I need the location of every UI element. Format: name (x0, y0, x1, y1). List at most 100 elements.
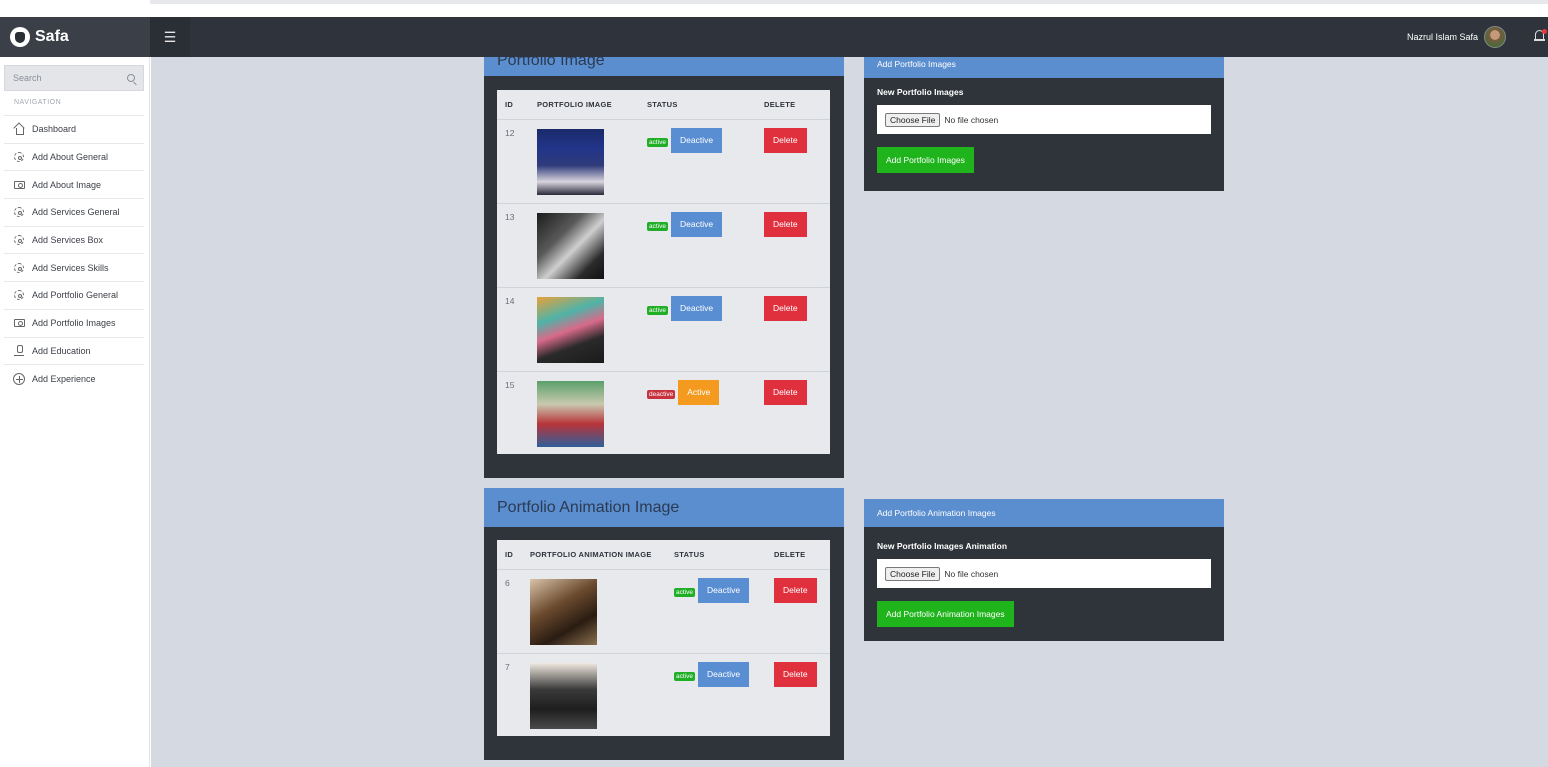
sidebar-item-add-portfolio-images[interactable]: Add Portfolio Images (4, 308, 144, 337)
hamburger-icon: ☰ (163, 28, 177, 45)
file-status: No file chosen (944, 568, 999, 579)
delete-button[interactable]: Delete (764, 127, 807, 153)
form-label: New Portfolio Images Animation (877, 541, 1008, 551)
search-icon (127, 74, 135, 82)
deactive-button[interactable]: Deactive (697, 577, 750, 603)
file-input[interactable]: Choose File No file chosen (877, 105, 1211, 134)
table-row: 15 deactive Active Delete (497, 371, 830, 455)
menu-toggle-button[interactable]: ☰ (150, 17, 190, 57)
row-id: 13 (497, 203, 529, 288)
logo-icon (10, 27, 30, 47)
sidebar-item-label: Add Services Skills (32, 262, 109, 273)
portfolio-thumbnail (537, 212, 604, 279)
form-title: Add Portfolio Animation Images (864, 499, 1224, 527)
status-badge: active (647, 221, 668, 231)
sidebar-item-label: Add About Image (32, 179, 102, 190)
table-row: 13 active Deactive Delete (497, 203, 830, 288)
gear-icon (14, 290, 24, 301)
sidebar-item-label: Add Services General (32, 207, 120, 218)
avatar (1484, 26, 1506, 48)
portfolio-thumbnail (537, 128, 604, 195)
sidebar: Search NAVIGATION Dashboard Add About Ge… (0, 57, 150, 767)
top-strip (150, 0, 1548, 4)
delete-button[interactable]: Delete (764, 211, 807, 237)
animation-thumbnail (530, 662, 597, 729)
column-header: ID (497, 90, 529, 120)
add-portfolio-animation-images-button[interactable]: Add Portfolio Animation Images (877, 601, 1014, 627)
delete-button[interactable]: Delete (764, 295, 807, 321)
row-id: 6 (497, 569, 522, 654)
sidebar-item-label: Add Experience (32, 373, 96, 384)
table-header-row: ID PORTFOLIO IMAGE STATUS DELETE (497, 90, 830, 120)
active-button[interactable]: Active (678, 379, 720, 405)
sidebar-nav: Dashboard Add About General Add About Im… (4, 115, 144, 392)
delete-button[interactable]: Delete (774, 577, 817, 603)
status-badge: active (674, 587, 695, 597)
sidebar-item-label: Add Portfolio General (32, 290, 119, 301)
delete-button[interactable]: Delete (774, 661, 817, 687)
brand-name: Safa (35, 28, 69, 45)
sidebar-item-add-about-image[interactable]: Add About Image (4, 170, 144, 198)
user-menu[interactable]: Nazrul Islam Safa (1407, 26, 1506, 48)
status-badge: active (674, 671, 695, 681)
table-header-row: ID PORTFOLIO ANIMATION IMAGE STATUS DELE… (497, 540, 830, 570)
choose-file-button[interactable]: Choose File (885, 566, 941, 581)
sidebar-item-add-education[interactable]: Add Education (4, 336, 144, 365)
deactive-button[interactable]: Deactive (697, 661, 750, 687)
sidebar-item-label: Add Portfolio Images (32, 318, 116, 329)
portfolio-animation-panel: Portfolio Animation Image ID PORTFOLIO A… (484, 488, 844, 760)
camera-icon (13, 180, 25, 189)
sidebar-item-label: Add Services Box (32, 235, 104, 246)
brand[interactable]: Safa (0, 17, 150, 57)
search-placeholder: Search (13, 73, 42, 83)
sidebar-item-add-services-general[interactable]: Add Services General (4, 198, 144, 226)
plus-circle-icon (13, 372, 25, 385)
camera-icon (13, 319, 25, 328)
add-portfolio-images-button[interactable]: Add Portfolio Images (877, 147, 974, 173)
notification-dot (1542, 29, 1547, 34)
deactive-button[interactable]: Deactive (670, 127, 723, 153)
panel-title: Portfolio Image (484, 57, 844, 76)
sidebar-item-label: Dashboard (32, 124, 77, 135)
sidebar-item-add-portfolio-general[interactable]: Add Portfolio General (4, 281, 144, 309)
row-id: 7 (505, 661, 510, 672)
file-status: No file chosen (944, 114, 999, 125)
column-header: PORTFOLIO IMAGE (529, 90, 639, 120)
add-portfolio-animation-panel: Add Portfolio Animation Images New Portf… (864, 499, 1224, 641)
animation-table: ID PORTFOLIO ANIMATION IMAGE STATUS DELE… (497, 540, 830, 736)
user-icon (14, 345, 24, 357)
column-header: PORTFOLIO ANIMATION IMAGE (522, 540, 666, 570)
gear-icon (14, 235, 24, 246)
row-id: 12 (497, 119, 529, 204)
column-header: DELETE (756, 90, 830, 120)
gear-icon (14, 207, 24, 218)
column-header: DELETE (766, 540, 830, 570)
sidebar-item-label: Add Education (32, 345, 91, 356)
panel-title: Portfolio Animation Image (484, 488, 844, 527)
sidebar-item-add-services-skills[interactable]: Add Services Skills (4, 253, 144, 281)
column-header: STATUS (639, 90, 756, 120)
sidebar-item-add-experience[interactable]: Add Experience (4, 364, 144, 392)
sidebar-item-add-services-box[interactable]: Add Services Box (4, 225, 144, 254)
bell-icon[interactable] (1534, 29, 1547, 43)
gear-icon (14, 152, 24, 163)
animation-thumbnail (530, 578, 597, 645)
column-header: ID (497, 540, 522, 570)
delete-button[interactable]: Delete (764, 379, 807, 405)
choose-file-button[interactable]: Choose File (885, 112, 941, 127)
form-title: Add Portfolio Images (864, 57, 1224, 78)
row-id: 14 (497, 287, 529, 372)
user-name: Nazrul Islam Safa (1406, 32, 1478, 42)
deactive-button[interactable]: Deactive (670, 295, 723, 321)
portfolio-thumbnail (537, 296, 604, 363)
gear-icon (14, 262, 24, 273)
sidebar-item-dashboard[interactable]: Dashboard (4, 115, 144, 143)
row-id: 15 (505, 379, 515, 390)
table-row: 6 active Deactive Delete (497, 569, 830, 654)
search-input[interactable]: Search (4, 65, 144, 91)
file-input[interactable]: Choose File No file chosen (877, 559, 1211, 588)
sidebar-item-label: Add About General (32, 152, 109, 163)
deactive-button[interactable]: Deactive (670, 211, 723, 237)
portfolio-table: ID PORTFOLIO IMAGE STATUS DELETE 12 acti… (497, 90, 830, 454)
sidebar-item-add-about-general[interactable]: Add About General (4, 142, 144, 171)
